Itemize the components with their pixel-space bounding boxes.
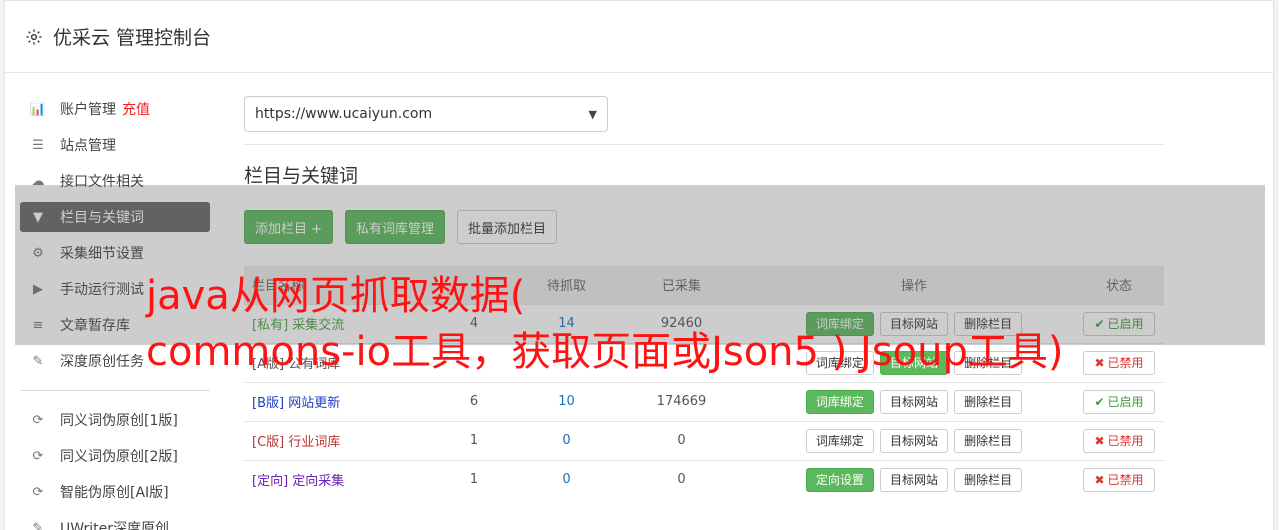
column-name: 定向采集 bbox=[292, 474, 345, 490]
collected-cell: 174669 bbox=[609, 381, 754, 421]
column-name: 网站更新 bbox=[288, 396, 341, 411]
refresh-icon: ⟳ bbox=[32, 484, 44, 500]
collected-cell: 0 bbox=[609, 420, 754, 460]
banner-line-1: java从网页抓取数据( bbox=[146, 273, 526, 319]
sidebar-item-r3[interactable]: ✎ UWriter深度原创 bbox=[20, 513, 210, 530]
bind-dictionary-button[interactable]: 定向设置 bbox=[805, 467, 874, 492]
section-title: 栏目与关键词 bbox=[244, 165, 359, 187]
sidebar-item-label: 智能伪原创[AI版] bbox=[60, 485, 169, 501]
sidebar-item-0[interactable]: 📊 账户管理 充值 bbox=[20, 94, 210, 124]
refresh-icon: ⟳ bbox=[32, 412, 44, 428]
site-select-value: https://www.ucaiyun.com bbox=[255, 106, 433, 122]
column-name-cell[interactable]: [B版] 网站更新 bbox=[244, 381, 424, 421]
status-label: 已启用 bbox=[1107, 395, 1144, 409]
refresh-icon: ⟳ bbox=[32, 448, 44, 464]
collected-cell: 0 bbox=[609, 459, 754, 499]
status-toggle[interactable]: ✖ 已禁用 bbox=[1083, 428, 1155, 453]
column-tag: [B版] bbox=[252, 396, 285, 411]
pending-cell: 10 bbox=[524, 381, 609, 421]
column-name: 行业词库 bbox=[288, 435, 341, 450]
check-icon: ✔ bbox=[1094, 394, 1105, 409]
section-divider bbox=[244, 144, 1164, 145]
status-label: 已禁用 bbox=[1107, 356, 1144, 370]
status-toggle[interactable]: ✖ 已禁用 bbox=[1083, 467, 1155, 492]
site-select[interactable]: https://www.ucaiyun.com ▼ bbox=[244, 96, 608, 132]
sidebar-item-r2[interactable]: ⟳ 智能伪原创[AI版] bbox=[20, 477, 210, 507]
target-site-button[interactable]: 目标网站 bbox=[879, 467, 948, 492]
status-cell: ✖ 已禁用 bbox=[1074, 420, 1164, 460]
sidebar-item-r0[interactable]: ⟳ 同义词伪原创[1版] bbox=[20, 405, 210, 435]
bar-chart-icon: 📊 bbox=[29, 101, 47, 117]
count-cell: 1 bbox=[424, 420, 524, 460]
status-label: 已禁用 bbox=[1107, 473, 1144, 488]
table-row: [B版] 网站更新 6 10 174669 词库绑定 目标网站 删除栏目 ✔ 已启用 bbox=[244, 381, 1164, 421]
delete-column-button[interactable]: 删除栏目 bbox=[954, 428, 1023, 453]
status-toggle[interactable]: ✔ 已启用 bbox=[1083, 389, 1155, 414]
sidebar-item-r1[interactable]: ⟳ 同义词伪原创[2版] bbox=[20, 441, 210, 471]
sidebar-item-label: 站点管理 bbox=[60, 138, 116, 154]
table-row: [定向] 定向采集 1 0 0 定向设置 目标网站 删除栏目 ✖ 已禁用 bbox=[244, 459, 1164, 499]
console-header: 优采云 管理控制台 bbox=[5, 1, 1273, 73]
column-name-cell[interactable]: [定向] 定向采集 bbox=[244, 459, 424, 499]
actions-cell: 词库绑定 目标网站 删除栏目 bbox=[754, 381, 1074, 421]
table-row: [C版] 行业词库 1 0 0 词库绑定 目标网站 删除栏目 ✖ 已禁用 bbox=[244, 420, 1164, 460]
count-cell: 1 bbox=[424, 459, 524, 499]
sidebar-divider bbox=[20, 390, 210, 391]
sidebar-group-rewrite: ⟳ 同义词伪原创[1版] ⟳ 同义词伪原创[2版] ⟳ 智能伪原创[AI版] ✎ UWrite… bbox=[20, 405, 210, 530]
banner-line-2: commons-io工具，获取页面或Json5 ) Jsoup工具) bbox=[146, 329, 1064, 375]
status-cell: ✖ 已禁用 bbox=[1074, 342, 1164, 382]
sidebar-item-label: UWriter深度原创 bbox=[60, 521, 169, 530]
article-title-banner: java从网页抓取数据( commons-io工具，获取页面或Json5 ) J… bbox=[146, 268, 1063, 380]
actions-cell: 词库绑定 目标网站 删除栏目 bbox=[754, 420, 1074, 460]
close-icon: ✖ bbox=[1094, 472, 1105, 487]
chevron-down-icon: ▼ bbox=[588, 107, 597, 121]
delete-column-button[interactable]: 删除栏目 bbox=[954, 467, 1023, 492]
close-icon: ✖ bbox=[1094, 355, 1105, 370]
pending-cell: 0 bbox=[524, 459, 609, 499]
recharge-link[interactable]: 充值 bbox=[122, 99, 150, 119]
pending-cell: 0 bbox=[524, 420, 609, 460]
page-title: 优采云 管理控制台 bbox=[53, 27, 212, 49]
server-icon: ☰ bbox=[32, 137, 44, 153]
close-icon: ✖ bbox=[1094, 433, 1105, 448]
edit-icon: ✎ bbox=[32, 520, 44, 530]
sidebar-item-1[interactable]: ☰ 站点管理 bbox=[20, 130, 210, 160]
bind-dictionary-button[interactable]: 词库绑定 bbox=[805, 389, 874, 414]
target-site-button[interactable]: 目标网站 bbox=[879, 428, 948, 453]
count-cell: 6 bbox=[424, 381, 524, 421]
target-site-button[interactable]: 目标网站 bbox=[879, 389, 948, 414]
sidebar-item-label: 深度原创任务 bbox=[60, 354, 144, 370]
column-tag: [C版] bbox=[252, 435, 285, 450]
status-toggle[interactable]: ✖ 已禁用 bbox=[1083, 350, 1155, 375]
bind-dictionary-button[interactable]: 词库绑定 bbox=[805, 428, 874, 453]
gear-icon bbox=[26, 29, 42, 44]
status-label: 已禁用 bbox=[1107, 434, 1144, 448]
status-cell: ✖ 已禁用 bbox=[1074, 459, 1164, 499]
column-tag: [定向] bbox=[252, 474, 289, 490]
actions-cell: 定向设置 目标网站 删除栏目 bbox=[754, 459, 1074, 499]
delete-column-button[interactable]: 删除栏目 bbox=[954, 389, 1023, 414]
sidebar-item-label: 同义词伪原创[2版] bbox=[60, 449, 178, 465]
status-cell: ✔ 已启用 bbox=[1074, 381, 1164, 421]
column-name-cell[interactable]: [C版] 行业词库 bbox=[244, 420, 424, 460]
edit-icon: ✎ bbox=[32, 353, 44, 369]
sidebar-item-label: 同义词伪原创[1版] bbox=[60, 413, 178, 429]
sidebar-item-label: 账户管理 bbox=[60, 102, 116, 118]
